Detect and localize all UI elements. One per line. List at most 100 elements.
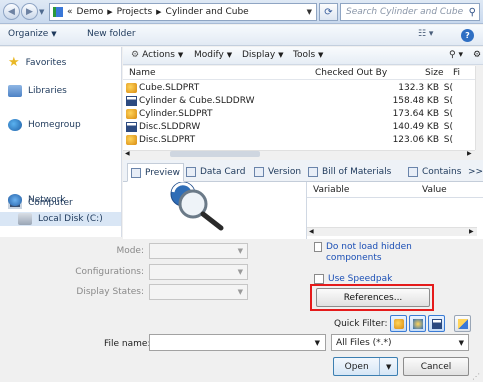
filter-parts-button[interactable]: [390, 315, 407, 332]
breadcrumb-current-folder[interactable]: Cylinder and Cube: [166, 7, 249, 17]
cancel-button[interactable]: Cancel: [403, 357, 469, 376]
column-name[interactable]: Name: [129, 68, 156, 78]
do-not-load-hidden-checkbox[interactable]: Do not load hidden components: [314, 242, 434, 264]
address-bar: ◀ ▶ ▼ « Demo ▶ Projects ▶ Cylinder and C…: [0, 0, 483, 24]
column-size[interactable]: Size: [425, 68, 443, 78]
chevron-down-icon: ▼: [51, 30, 57, 38]
star-icon: ★: [8, 55, 20, 70]
tab-label: Contains: [422, 167, 462, 177]
back-button[interactable]: ◀: [3, 3, 20, 20]
search-placeholder: Search Cylinder and Cube: [346, 7, 464, 17]
variables-header: Variable Value: [307, 182, 483, 198]
table-row[interactable]: Disc.SLDPRT 123.06 KB S(: [123, 133, 475, 146]
open-dropdown-icon[interactable]: ▼: [379, 358, 397, 375]
vertical-scrollbar[interactable]: [475, 66, 483, 150]
libraries-icon: [8, 85, 22, 97]
file-fi: S(: [443, 134, 453, 145]
filter-top-level-button[interactable]: [454, 315, 471, 332]
vault-view-icon[interactable]: ⚙: [473, 50, 481, 60]
nav-item-homegroup[interactable]: Homegroup: [8, 119, 81, 131]
column-variable[interactable]: Variable: [313, 185, 349, 195]
address-dropdown-icon[interactable]: ▼: [307, 8, 312, 16]
checkbox-box[interactable]: [314, 274, 324, 284]
zoom-icon[interactable]: ⚲ ▾: [449, 50, 463, 60]
breadcrumb-projects[interactable]: Projects: [117, 7, 152, 17]
actions-menu[interactable]: ⚙ Actions ▼: [131, 50, 183, 60]
chevron-down-icon[interactable]: ▼: [315, 339, 320, 347]
file-name-input[interactable]: ▼: [149, 334, 326, 351]
column-checked-out-by[interactable]: Checked Out By: [315, 68, 387, 78]
change-view-icon[interactable]: ☷ ▾: [418, 29, 433, 39]
refresh-button[interactable]: ⟳: [319, 3, 338, 21]
chevron-down-icon: ▼: [177, 51, 184, 59]
references-button[interactable]: References...: [316, 288, 430, 307]
scroll-left-icon[interactable]: ◀: [309, 228, 314, 235]
table-row[interactable]: Disc.SLDDRW 140.49 KB S(: [123, 120, 475, 133]
mode-label: Mode:: [116, 246, 144, 256]
breadcrumb-separator-icon[interactable]: ▶: [156, 8, 161, 16]
pdm-toolbar: ⚙ Actions ▼ Modify ▼ Display ▼ Tools ▼ ⚲…: [123, 47, 483, 65]
tabs-overflow-button[interactable]: >>: [465, 164, 483, 180]
tab-data-card[interactable]: Data Card: [183, 164, 248, 180]
table-row[interactable]: Cylinder.SLDPRT 173.64 KB S(: [123, 107, 475, 120]
mode-select[interactable]: ▼: [149, 243, 248, 259]
nav-item-libraries[interactable]: Libraries: [8, 85, 67, 97]
open-button[interactable]: Open ▼: [333, 357, 398, 376]
filter-drawings-button[interactable]: [428, 315, 445, 332]
tab-label: Data Card: [200, 167, 246, 177]
history-dropdown-icon[interactable]: ▼: [39, 8, 44, 16]
nav-label: Favorites: [25, 57, 67, 68]
configurations-select[interactable]: ▼: [149, 264, 248, 280]
modify-label: Modify: [194, 50, 224, 60]
table-row[interactable]: Cube.SLDPRT 132.3 KB S(: [123, 81, 475, 94]
tools-menu[interactable]: Tools ▼: [293, 50, 323, 60]
address-box[interactable]: « Demo ▶ Projects ▶ Cylinder and Cube ▼: [49, 3, 317, 21]
help-icon[interactable]: ?: [461, 29, 474, 42]
scroll-right-icon[interactable]: ▶: [469, 228, 474, 235]
part-file-icon: [126, 108, 137, 119]
display-menu[interactable]: Display ▼: [242, 50, 283, 60]
modify-menu[interactable]: Modify ▼: [194, 50, 232, 60]
tab-label: Version: [268, 167, 302, 177]
table-row[interactable]: Cylinder & Cube.SLDDRW 158.48 KB S(: [123, 94, 475, 107]
preview-icon: [131, 167, 141, 178]
variables-scrollbar[interactable]: ◀ ▶: [307, 227, 477, 236]
use-speedpak-checkbox[interactable]: Use Speedpak: [314, 274, 392, 284]
nav-item-local-disk[interactable]: Local Disk (C:): [18, 213, 103, 225]
display-label: Display: [242, 50, 276, 60]
checkbox-box[interactable]: [314, 242, 322, 252]
file-type-select[interactable]: All Files (*.*) ▼: [331, 334, 469, 351]
breadcrumb-separator-icon[interactable]: ▶: [107, 8, 112, 16]
checkbox-label: Do not load hidden components: [325, 242, 412, 263]
organize-button[interactable]: Organize ▼: [8, 29, 57, 39]
part-filter-icon: [393, 318, 404, 329]
scroll-left-icon[interactable]: ◀: [125, 150, 130, 157]
resize-grip-icon[interactable]: ⋰: [472, 372, 481, 381]
contains-icon: [408, 167, 418, 177]
breadcrumb-demo[interactable]: Demo: [77, 7, 104, 17]
tab-preview[interactable]: Preview: [127, 163, 185, 182]
column-fi[interactable]: Fi: [453, 68, 460, 78]
tab-bill-of-materials[interactable]: Bill of Materials: [305, 164, 394, 180]
nav-item-favorites[interactable]: ★ Favorites: [8, 55, 66, 70]
search-icon[interactable]: ⚲: [469, 7, 476, 18]
column-value[interactable]: Value: [422, 185, 447, 195]
filter-assemblies-button[interactable]: [409, 315, 426, 332]
tab-label: Preview: [145, 167, 181, 178]
drawing-filter-icon: [431, 318, 442, 329]
display-states-select[interactable]: ▼: [149, 284, 248, 300]
nav-item-network[interactable]: Network: [8, 194, 66, 206]
chevron-down-icon: ▼: [237, 247, 243, 255]
scroll-right-icon[interactable]: ▶: [467, 150, 472, 157]
checkbox-label: Use Speedpak: [328, 274, 393, 284]
scrollbar-thumb[interactable]: [170, 151, 260, 157]
tools-label: Tools: [293, 50, 316, 60]
drawing-file-icon: [126, 95, 137, 106]
file-fi: S(: [443, 95, 453, 106]
breadcrumb-overflow[interactable]: «: [67, 7, 73, 17]
search-input[interactable]: Search Cylinder and Cube ⚲: [340, 3, 480, 21]
tab-version[interactable]: Version: [251, 164, 304, 180]
forward-button[interactable]: ▶: [21, 3, 38, 20]
tab-contains[interactable]: Contains: [405, 164, 464, 180]
new-folder-button[interactable]: New folder: [87, 29, 136, 39]
